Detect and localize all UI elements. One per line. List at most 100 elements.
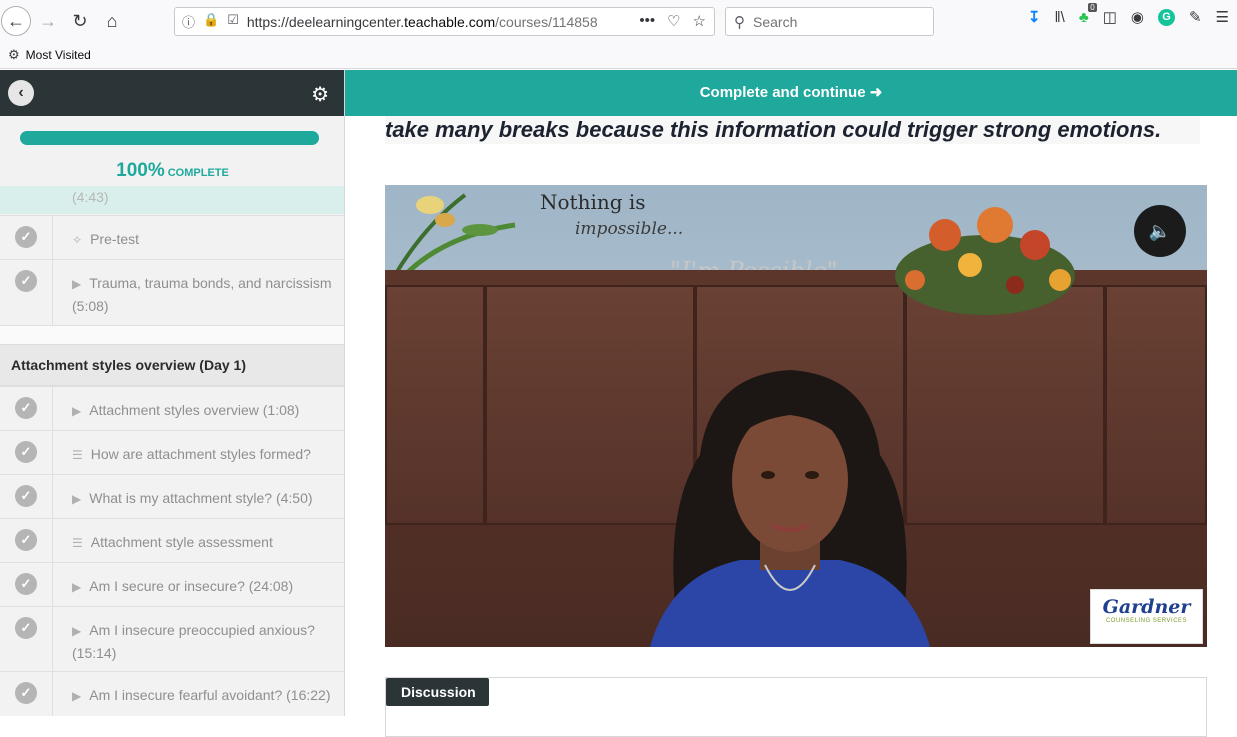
bulb-icon: ✧: [72, 233, 83, 247]
lesson-divider: [52, 260, 53, 325]
lesson-item[interactable]: ✓ ☰ Attachment style assessment: [0, 518, 344, 562]
discussion-tab[interactable]: Discussion: [386, 678, 489, 706]
reload-icon[interactable]: ↻: [65, 6, 95, 36]
lesson-item[interactable]: ✓ ▶ Am I insecure fearful avoidant? (16:22…: [0, 671, 344, 716]
pocket-icon[interactable]: ♡: [667, 12, 680, 30]
download-icon[interactable]: ↧: [1028, 8, 1041, 26]
page-actions-icon[interactable]: •••: [639, 12, 655, 30]
plant-decoration: [393, 193, 516, 275]
volume-icon[interactable]: 🔈: [1134, 205, 1186, 257]
lesson-label: Attachment styles overview (1:08): [89, 402, 300, 418]
completed-check-icon: ✓: [15, 441, 37, 463]
logo-subtitle: COUNSELING SERVICES: [1105, 618, 1188, 624]
complete-button-label: Complete and continue: [699, 84, 866, 101]
doc-icon: ☰: [72, 536, 83, 550]
lesson-title: ▶ Trauma, trauma bonds, and narcissism (5…: [72, 272, 337, 317]
video-icon: ▶: [72, 277, 82, 291]
permissions-icon[interactable]: ☑: [227, 12, 239, 31]
url-text[interactable]: https://deelearningcenter.teachable.com/…: [247, 14, 617, 30]
lesson-item[interactable]: ✓ ▶ Attachment styles overview (1:08): [0, 386, 344, 430]
extension-badge: 0: [1088, 2, 1097, 12]
library-icon[interactable]: ‖\: [1054, 9, 1064, 26]
lesson-label: Attachment style assessment: [90, 534, 273, 550]
forward-arrow-icon[interactable]: →: [33, 6, 63, 36]
lecture-text: take many breaks because this informatio…: [385, 116, 1200, 144]
lesson-title: ☰ Attachment style assessment: [72, 531, 337, 554]
lesson-divider: [52, 519, 53, 562]
bookmarks-bar: ⚙ Most Visited: [0, 42, 1237, 69]
info-icon[interactable]: ⓘ: [182, 12, 195, 31]
course-sidebar: (4:43) ✓ ✧ Pre-test ✓ ▶ Trauma, trauma bonds,…: [0, 70, 345, 716]
completed-check-icon: ✓: [15, 573, 37, 595]
lesson-label: Trauma, trauma bonds, and narcissism (5:…: [72, 275, 332, 314]
completed-check-icon: ✓: [15, 226, 37, 248]
discussion-section: [385, 677, 1207, 737]
lock-icon[interactable]: 🔒: [203, 12, 219, 31]
complete-and-continue-button[interactable]: Complete and continue ➜: [345, 83, 1237, 101]
video-icon: ▶: [72, 689, 82, 703]
lesson-title: ✧ Pre-test: [72, 228, 337, 251]
doc-icon: ☰: [72, 448, 83, 462]
lesson-divider: [52, 563, 53, 606]
lesson-title: ▶ Attachment styles overview (1:08): [72, 399, 337, 422]
lesson-label: Am I insecure fearful avoidant? (16:22): [89, 687, 331, 703]
lesson-divider: [52, 672, 53, 716]
progress-percent: 100%: [116, 160, 165, 181]
url-host: teachable.com: [404, 13, 496, 30]
completed-check-icon: ✓: [15, 682, 37, 704]
search-input[interactable]: ⚲ Search: [725, 7, 934, 36]
lesson-title: ▶ What is my attachment style? (4:50): [72, 487, 337, 510]
completed-check-icon: ✓: [15, 529, 37, 551]
lecture-header: Complete and continue ➜: [345, 70, 1237, 116]
lesson-title: ▶ Am I secure or insecure? (24:08): [72, 575, 337, 598]
sidebar-toggle-icon[interactable]: ◫: [1103, 8, 1117, 26]
current-lesson-row[interactable]: [0, 186, 344, 214]
url-bar[interactable]: ⓘ 🔒 ☑ https://deelearningcenter.teachabl…: [174, 7, 715, 36]
lesson-title: ▶ Am I insecure fearful avoidant? (16:22): [72, 684, 337, 707]
lesson-title: ☰ How are attachment styles formed?: [72, 443, 337, 466]
lesson-label: Am I insecure preoccupied anxious? (15:1…: [72, 622, 315, 661]
extension-pen-icon[interactable]: ✎: [1189, 8, 1202, 26]
browser-toolbar: ← → ↻ ⌂ ⓘ 🔒 ☑ https://deelearningcenter.…: [0, 0, 1237, 42]
bookmark-most-visited[interactable]: Most Visited: [26, 48, 91, 62]
lesson-item[interactable]: ✓ ☰ How are attachment styles formed?: [0, 430, 344, 474]
lesson-item[interactable]: ✓ ▶ Am I secure or insecure? (24:08): [0, 562, 344, 606]
video-icon: ▶: [72, 580, 82, 594]
home-icon[interactable]: ⌂: [97, 6, 127, 36]
extension-icon[interactable]: ♣ 0: [1079, 2, 1097, 26]
lesson-item[interactable]: ✓ ✧ Pre-test: [0, 215, 344, 259]
logo-name: Gardner: [1102, 596, 1191, 618]
lesson-label: Am I secure or insecure? (24:08): [89, 578, 294, 594]
lesson-divider: [52, 607, 53, 671]
sidebar-header: ‹ ⚙: [0, 70, 344, 116]
section-gap: [0, 325, 344, 344]
lesson-item[interactable]: ✓ ▶ What is my attachment style? (4:50): [0, 474, 344, 518]
lesson-title: ▶ Am I insecure preoccupied anxious? (15:…: [72, 619, 337, 664]
search-placeholder: Search: [753, 13, 798, 30]
completed-check-icon: ✓: [15, 397, 37, 419]
wall-quote-line2: impossible...: [575, 219, 684, 239]
wall-quote-line1: Nothing is: [540, 190, 646, 214]
cabinet-door: [1105, 285, 1207, 525]
url-prefix: https://deelearningcenter.: [246, 13, 405, 30]
current-lesson-duration: (4:43): [72, 189, 109, 205]
progress-complete-label: COMPLETE: [167, 167, 229, 179]
url-path: /courses/114858: [495, 13, 598, 30]
completed-check-icon: ✓: [15, 270, 37, 292]
search-icon: ⚲: [734, 13, 745, 31]
lesson-item[interactable]: ✓ ▶ Am I insecure preoccupied anxious? (15…: [0, 606, 344, 671]
gear-icon: ⚙: [8, 47, 20, 62]
menu-icon[interactable]: ☰: [1216, 8, 1229, 26]
video-player[interactable]: Nothing is impossible... "I'm Possible" …: [385, 185, 1207, 647]
lesson-divider: [52, 475, 53, 518]
back-arrow-icon[interactable]: ←: [1, 6, 31, 36]
section-title: Attachment styles overview (Day 1): [0, 344, 344, 386]
back-to-course-button[interactable]: ‹: [8, 80, 34, 106]
lesson-item[interactable]: ✓ ▶ Trauma, trauma bonds, and narcissism (…: [0, 259, 344, 325]
account-icon[interactable]: ◉: [1131, 8, 1144, 26]
lesson-divider: [52, 387, 53, 430]
settings-gear-icon[interactable]: ⚙: [311, 82, 329, 107]
grammarly-icon[interactable]: G: [1157, 8, 1175, 26]
lesson-divider: [52, 431, 53, 474]
bookmark-star-icon[interactable]: ☆: [693, 12, 706, 30]
